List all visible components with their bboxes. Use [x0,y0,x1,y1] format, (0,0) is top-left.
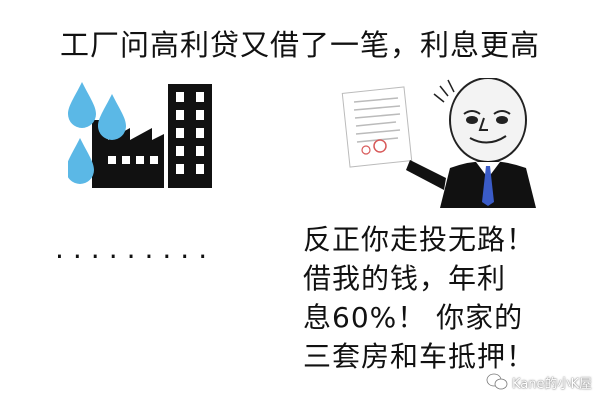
watermark-text: Kane的小K屋 [511,376,592,392]
meme-face-character [406,78,536,208]
ellipsis-dots: ......... [55,232,217,265]
speech-text: 反正你走投无路！ 借我的钱，年利 息60%！ 你家的 三套房和车抵押！ [303,220,600,376]
watermark: Kane的小K屋 [486,372,592,392]
speech-line: 三套房和车抵押！ [303,340,536,373]
wechat-icon [486,373,508,390]
speech-line: 反正你走投无路！ [303,223,536,256]
factory-with-water-drops-icon [68,82,212,188]
comic-title: 工厂问高利贷又借了一笔，利息更高 [59,28,540,62]
speech-line: 息60%！ 你家的 [303,301,524,334]
speech-line: 借我的钱，年利 [303,262,507,295]
